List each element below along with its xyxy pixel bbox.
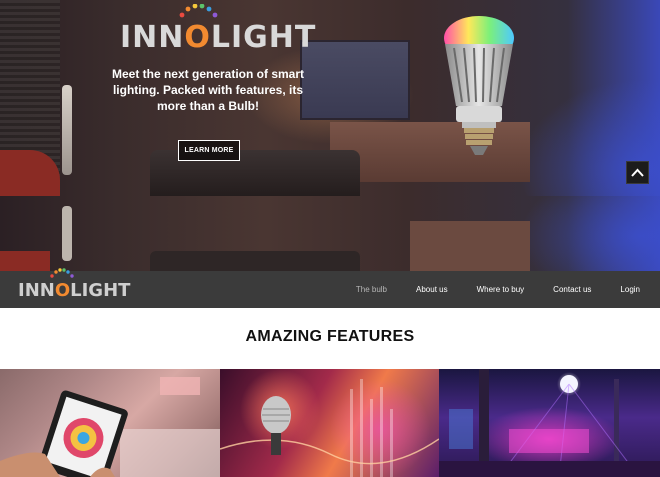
background-window (300, 40, 410, 120)
microphone-image (220, 379, 439, 477)
smart-bulb-image (444, 16, 514, 155)
logo-letter-o: O (54, 280, 71, 301)
nav-item-login[interactable]: Login (620, 285, 640, 294)
sofa (150, 251, 360, 271)
learn-more-button[interactable]: LEARN MORE (178, 140, 240, 161)
logo-letter-o: O (184, 20, 211, 55)
hero-logo: INN OLIGHT (120, 4, 315, 58)
logo-text-end: LIGHT (210, 20, 317, 55)
nav-item-contact-us[interactable]: Contact us (553, 285, 591, 294)
navbar-logo[interactable]: INN OLIGHT (18, 268, 131, 305)
main-navbar: INN OLIGHT The bulb About us Where to buy… (0, 268, 660, 308)
nightclub-image (439, 369, 660, 477)
red-armchair (0, 251, 50, 271)
feature-tile-tablet-control[interactable] (0, 369, 220, 477)
logo-text-end: LIGHT (70, 280, 131, 301)
logo-text-start: INN (18, 280, 55, 301)
floor-lamp (62, 206, 72, 261)
logo-rays-icon (50, 268, 75, 278)
feature-tile-party-club[interactable] (439, 369, 660, 477)
nav-item-about-us[interactable]: About us (416, 285, 448, 294)
nav-item-the-bulb[interactable]: The bulb (356, 285, 387, 294)
nav-item-where-to-buy[interactable]: Where to buy (477, 285, 525, 294)
logo-text-start: INN (120, 20, 185, 55)
nav-links: The bulb About us Where to buy Contact u… (327, 271, 640, 308)
scroll-to-top-button[interactable] (626, 161, 649, 184)
feature-tile-music[interactable] (220, 369, 439, 477)
features-heading: AMAZING FEATURES (245, 328, 415, 345)
hero-section: INN OLIGHT Meet the next generation of sm… (0, 0, 660, 196)
hero-tagline: Meet the next generation of smart lighti… (111, 67, 305, 113)
logo-rays-icon (179, 4, 218, 18)
kitchen-counter (410, 221, 530, 271)
chevron-up-icon (631, 168, 644, 177)
floor-lamp (62, 85, 72, 175)
logo-bulb-o: O (179, 4, 218, 58)
parallax-band (0, 196, 660, 271)
tablet-in-hand-image (0, 377, 220, 477)
logo-bulb-o: O (50, 268, 75, 305)
